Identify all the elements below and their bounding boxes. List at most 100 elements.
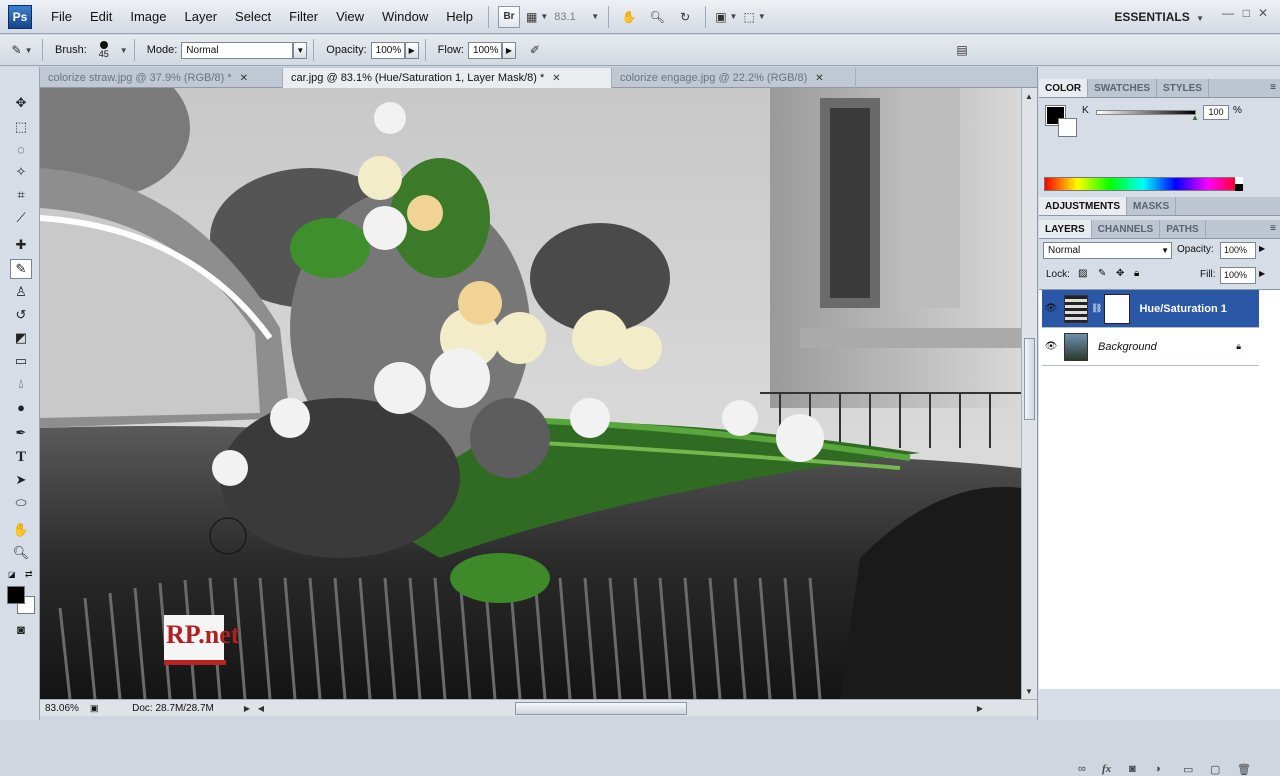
layer-name[interactable]: Background (1098, 341, 1157, 353)
eye-icon[interactable]: 👁︎ (1042, 303, 1060, 314)
swap-colors-icon[interactable]: ⇄ (25, 569, 33, 580)
quick-mask-button[interactable]: ◙ (10, 619, 32, 639)
workspace-switcher[interactable]: ESSENTIALS ▼ (1114, 10, 1204, 24)
fill-arrow[interactable]: ▶ (1259, 269, 1265, 278)
default-colors-icon[interactable]: ◪ (8, 570, 16, 579)
mode-dropdown-arrow[interactable]: ▼ (293, 41, 308, 59)
menu-view[interactable]: View (327, 9, 373, 24)
menu-file[interactable]: File (42, 9, 81, 24)
document-canvas[interactable]: RP.net (40, 88, 1021, 699)
foreground-color-swatch[interactable] (7, 586, 25, 604)
menu-edit[interactable]: Edit (81, 9, 121, 24)
menu-layer[interactable]: Layer (176, 9, 227, 24)
tab-colorize-engage[interactable]: colorize engage.jpg @ 22.2% (RGB/8) ✕ (612, 68, 856, 88)
menu-image[interactable]: Image (121, 9, 175, 24)
close-icon[interactable]: ✕ (815, 73, 823, 84)
bridge-button[interactable]: Br (498, 5, 521, 28)
panel-menu-icon[interactable]: ≡ (1270, 223, 1276, 234)
status-menu-arrow[interactable]: ▶ (240, 701, 254, 715)
layer-opacity-arrow[interactable]: ▶ (1259, 244, 1265, 253)
eye-icon[interactable]: 👁︎ (1042, 341, 1060, 352)
menu-filter[interactable]: Filter (280, 9, 327, 24)
pen-tool[interactable]: ✒ (10, 423, 32, 443)
screen-mode-button[interactable]: ⬚ ▼ (743, 6, 765, 28)
blur-tool[interactable]: 💧︎ (10, 374, 32, 394)
maximize-button[interactable]: □ (1243, 6, 1250, 20)
opacity-input[interactable]: 100% (370, 41, 405, 59)
status-info-icon[interactable]: ▣ (90, 703, 106, 714)
lock-transparency-icon[interactable]: ▨ (1078, 268, 1087, 279)
new-group-icon[interactable]: ▭ (1183, 763, 1193, 776)
layer-name[interactable]: Hue/Saturation 1 (1139, 303, 1226, 315)
path-selection-tool[interactable]: ➤ (10, 470, 32, 490)
horizontal-scroll-thumb[interactable] (515, 701, 687, 715)
scroll-up-arrow[interactable]: ▲ (1022, 89, 1036, 103)
fill-input[interactable]: 100% (1220, 267, 1256, 284)
airbrush-button[interactable]: ✐ (524, 39, 546, 61)
brush-panel-button[interactable]: ▤ (951, 39, 973, 61)
tab-channels[interactable]: CHANNELS (1092, 220, 1161, 238)
k-channel-slider[interactable] (1096, 110, 1196, 115)
opacity-slider-arrow[interactable]: ▶ (404, 41, 419, 59)
k-value-input[interactable]: 100 (1203, 105, 1229, 120)
zoom-percent-field[interactable]: 83.06% (40, 703, 90, 714)
healing-brush-tool[interactable]: ✚ (10, 235, 32, 255)
tab-car[interactable]: car.jpg @ 83.1% (Hue/Saturation 1, Layer… (283, 68, 612, 88)
view-extras-button[interactable]: ▦ ▼ (526, 6, 548, 28)
tab-color[interactable]: COLOR (1039, 79, 1089, 97)
flow-input[interactable]: 100% (467, 41, 502, 59)
crop-tool[interactable]: ⌗ (10, 185, 32, 205)
hand-tool[interactable]: ✋ (10, 520, 32, 540)
brush-size-picker[interactable]: 45 (91, 37, 117, 63)
color-spectrum-bar[interactable] (1044, 177, 1242, 191)
k-slider-handle-icon[interactable]: ▲ (1191, 113, 1199, 122)
menu-select[interactable]: Select (226, 9, 280, 24)
tab-layers[interactable]: LAYERS (1039, 220, 1092, 238)
dodge-tool[interactable]: ● (10, 397, 32, 417)
type-tool[interactable]: T (10, 447, 32, 467)
close-icon[interactable]: ✕ (552, 73, 560, 84)
tab-colorize-straw[interactable]: colorize straw.jpg @ 37.9% (RGB/8) * ✕ (40, 68, 283, 88)
layer-mask-thumbnail[interactable] (1104, 293, 1131, 324)
lock-all-icon[interactable]: 🔒︎ (1134, 268, 1139, 279)
hand-tool-button[interactable]: ✋ (618, 6, 640, 28)
fx-icon[interactable]: fx (1102, 763, 1111, 775)
menu-window[interactable]: Window (373, 9, 437, 24)
tab-paths[interactable]: PATHS (1160, 220, 1206, 238)
lasso-tool[interactable]: ◌ (10, 139, 32, 159)
mode-select[interactable]: Normal (181, 41, 294, 59)
zoom-level-dropdown[interactable]: 83.1 ▼ (554, 6, 599, 28)
zoom-tool-button[interactable]: 🔍︎ (646, 6, 668, 28)
minimize-button[interactable]: — (1222, 6, 1234, 20)
tool-preset-picker[interactable]: ✎ ▼ (11, 39, 33, 61)
scroll-right-arrow[interactable]: ▶ (973, 701, 987, 715)
menu-help[interactable]: Help (437, 9, 482, 24)
tab-adjustments[interactable]: ADJUSTMENTS (1039, 197, 1128, 215)
history-brush-tool[interactable]: ↺ (10, 305, 32, 325)
arrange-documents-button[interactable]: ▣ ▼ (715, 6, 737, 28)
layer-row-background[interactable]: 👁︎ Background 🔒︎ (1042, 328, 1259, 366)
color-panel-bg-swatch[interactable] (1058, 118, 1077, 137)
panel-menu-icon[interactable]: ≡ (1270, 82, 1276, 93)
move-tool[interactable]: ✥ (10, 93, 32, 113)
layer-opacity-input[interactable]: 100% (1220, 242, 1256, 259)
scroll-down-arrow[interactable]: ▼ (1022, 684, 1036, 698)
link-layers-icon[interactable]: ∞ (1078, 763, 1086, 775)
quick-selection-tool[interactable]: ✧ (10, 162, 32, 182)
close-button[interactable]: ✕ (1258, 6, 1268, 20)
new-layer-icon[interactable]: ▢ (1210, 763, 1220, 776)
tab-styles[interactable]: STYLES (1157, 79, 1209, 97)
scroll-left-arrow[interactable]: ◀ (254, 701, 268, 715)
lock-position-icon[interactable]: ✥ (1116, 268, 1124, 279)
clone-stamp-tool[interactable]: ♙ (10, 282, 32, 302)
tab-swatches[interactable]: SWATCHES (1088, 79, 1158, 97)
zoom-tool[interactable]: 🔍︎ (10, 543, 32, 563)
gradient-tool[interactable]: ▭ (10, 351, 32, 371)
tab-masks[interactable]: MASKS (1127, 197, 1177, 215)
add-mask-icon[interactable]: ◙ (1129, 763, 1136, 775)
shape-tool[interactable]: ⬭ (10, 493, 32, 513)
close-icon[interactable]: ✕ (240, 73, 248, 84)
marquee-tool[interactable]: ⬚ (10, 117, 32, 137)
vertical-scroll-thumb[interactable] (1024, 338, 1035, 420)
lock-pixels-icon[interactable]: ✎ (1098, 268, 1106, 279)
